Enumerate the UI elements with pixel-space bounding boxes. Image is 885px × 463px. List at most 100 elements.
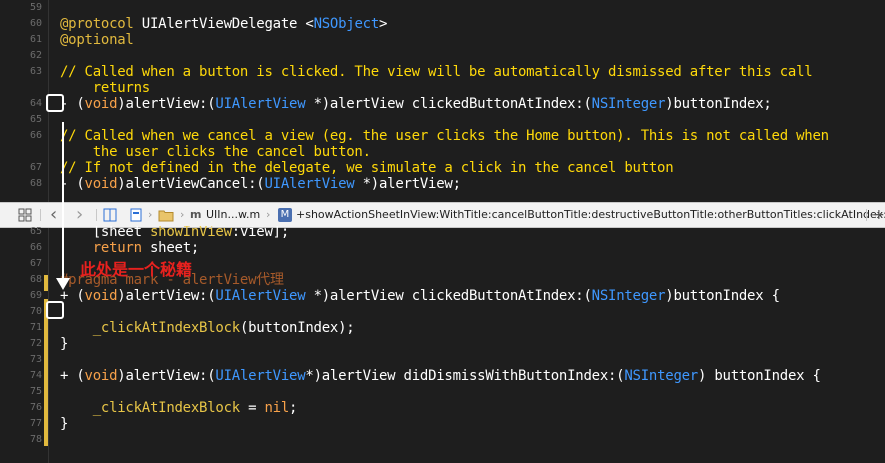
code-line[interactable]: 69 + (void)alertView:(UIAlertView *)alert… (0, 288, 885, 304)
code-line[interactable]: 59 (0, 0, 885, 16)
code-token: } (60, 336, 69, 352)
code-token: *)alertView clickedButtonAtIndex:( (305, 96, 592, 112)
code-token: + ( (60, 368, 85, 384)
code-token: NSInteger (591, 288, 666, 304)
code-token: = (239, 400, 265, 416)
line-number: 68 (29, 178, 42, 189)
code-token: :view]; (231, 226, 290, 240)
jump-bar: ‹ › › › m UIIn...w.m › M +showActionShee… (0, 202, 885, 228)
code-token: + ( (60, 288, 85, 304)
code-line[interactable]: 74 + (void)alertView:(UIAlertView*)alertV… (0, 368, 885, 384)
line-number: 78 (29, 434, 42, 445)
code-token: *)alertView clickedButtonAtIndex:( (305, 288, 592, 304)
line-number: 71 (29, 322, 42, 333)
code-token: NSInteger (591, 96, 666, 112)
code-line[interactable]: 63 // Called when a button is clicked. Th… (0, 64, 885, 80)
code-token: )alertView:( (117, 288, 216, 304)
line-number: 64 (29, 98, 42, 109)
code-line[interactable]: 75 (0, 384, 885, 400)
code-line[interactable]: 62 (0, 48, 885, 64)
code-text: // Called when a button is clicked. The … (60, 64, 813, 80)
annotation-arrow (62, 122, 64, 282)
line-number: 63 (29, 66, 42, 77)
related-items-icon[interactable] (103, 203, 119, 227)
code-line[interactable]: 66 return sheet; (0, 240, 885, 256)
grid-icon[interactable] (18, 203, 34, 227)
code-line[interactable]: 67 // If not defined in the delegate, we … (0, 160, 885, 176)
code-token: ) buttonIndex { (697, 368, 821, 384)
code-line[interactable]: 65 (0, 112, 885, 128)
editor-pane-top[interactable]: 59 60 @protocol UIAlertViewDelegate <NSObj… (0, 0, 885, 202)
forward-button[interactable]: › (76, 203, 90, 227)
code-text: - (void)alertViewCancel:(UIAlertView *)a… (60, 176, 461, 192)
line-number: 72 (29, 338, 42, 349)
code-token: // Called when we cancel a view (eg. the… (60, 128, 829, 144)
code-text: } (60, 416, 68, 432)
project-icon[interactable] (130, 203, 144, 227)
code-text: - (void)alertView:(UIAlertView *)alertVi… (60, 96, 772, 112)
code-token: showInView (149, 226, 232, 240)
code-text: _clickAtIndexBlock(buttonIndex); (60, 320, 355, 336)
objc-file-icon: m (190, 208, 202, 221)
code-token: void (84, 176, 118, 192)
code-line[interactable]: returns (0, 80, 885, 96)
code-token: (buttonIndex); (239, 320, 355, 336)
code-line[interactable]: 72} (0, 336, 885, 352)
change-indicator (44, 275, 48, 291)
code-token: } (60, 416, 69, 432)
change-indicator (44, 299, 48, 446)
code-line[interactable]: 78 (0, 432, 885, 448)
code-token: returns (60, 80, 151, 96)
code-line[interactable]: 77} (0, 416, 885, 432)
line-number: 76 (29, 402, 42, 413)
chevron-right-icon: › (148, 208, 153, 221)
code-token: @protocol (60, 16, 142, 32)
code-token: [sheet (60, 226, 150, 240)
line-number: 68 (29, 274, 42, 285)
code-line[interactable]: 76 _clickAtIndexBlock = nil; (0, 400, 885, 416)
add-editor-button[interactable]: + (873, 203, 885, 227)
code-token: UIAlertView (215, 368, 306, 384)
line-number: 60 (29, 18, 42, 29)
line-number: 65 (29, 114, 42, 125)
chevron-right-icon: › (180, 208, 185, 221)
file-breadcrumb[interactable]: UIIn...w.m (206, 203, 260, 227)
line-number: 67 (29, 258, 42, 269)
code-text: // If not defined in the delegate, we si… (60, 160, 674, 176)
code-text: @protocol UIAlertViewDelegate <NSObject> (60, 16, 387, 32)
code-token: ; (289, 400, 298, 416)
jump-bar-separator (40, 209, 41, 221)
code-token: )alertView:( (117, 368, 216, 384)
code-line[interactable]: 71 _clickAtIndexBlock(buttonIndex); (0, 320, 885, 336)
code-token: the user clicks the cancel button. (60, 144, 371, 160)
line-number: 70 (29, 306, 42, 317)
code-line[interactable]: 68 - (void)alertViewCancel:(UIAlertView *… (0, 176, 885, 192)
code-line[interactable]: 61 @optional (0, 32, 885, 48)
code-line[interactable]: 73 (0, 352, 885, 368)
line-number: 75 (29, 386, 42, 397)
code-text: // Called when we cancel a view (eg. the… (60, 128, 829, 144)
code-line[interactable]: 60 @protocol UIAlertViewDelegate <NSObjec… (0, 16, 885, 32)
code-line[interactable]: the user clicks the cancel button. (0, 144, 885, 160)
line-number: 65 (29, 226, 42, 237)
code-text: the user clicks the cancel button. (60, 144, 371, 160)
code-line[interactable]: 70 (0, 304, 885, 320)
code-text: @optional (60, 32, 134, 48)
line-number: 74 (29, 370, 42, 381)
code-token: UIAlertView (215, 96, 306, 112)
line-number: 77 (29, 418, 42, 429)
method-breadcrumb[interactable]: +showActionSheetInView:WithTitle:cancelB… (296, 203, 885, 227)
code-text: returns (60, 80, 151, 96)
code-token: *)alertView; (354, 176, 461, 192)
code-line[interactable]: 66 // Called when we cancel a view (eg. t… (0, 128, 885, 144)
line-number: 66 (29, 130, 42, 141)
code-token: // Called when a button is clicked. The … (60, 64, 813, 80)
folder-icon[interactable] (158, 203, 176, 227)
line-number: 62 (29, 50, 42, 61)
code-line[interactable]: 65 [sheet showInView:view]; (0, 226, 885, 240)
code-token: NSInteger (624, 368, 698, 384)
code-token: UIAlertViewDelegate < (141, 16, 314, 32)
code-token: > (379, 16, 388, 32)
code-text: + (void)alertView:(UIAlertView*)alertVie… (60, 368, 821, 384)
code-line[interactable]: 64 - (void)alertView:(UIAlertView *)alert… (0, 96, 885, 112)
